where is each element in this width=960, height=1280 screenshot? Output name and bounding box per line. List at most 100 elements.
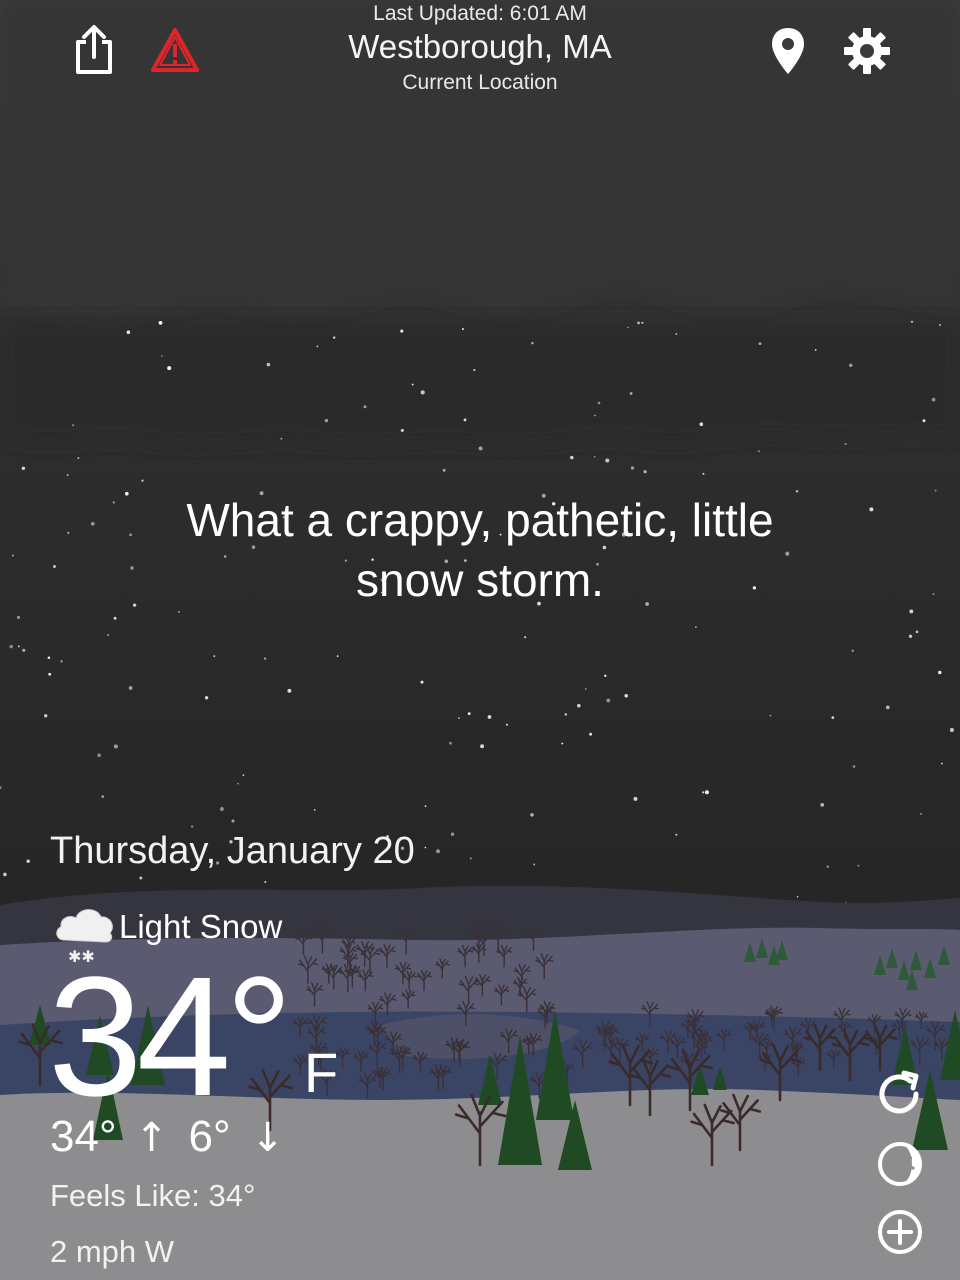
snowflake xyxy=(704,790,709,795)
weather-screen: Last Updated: 6:01 AM Westborough, MA Cu… xyxy=(0,0,960,1280)
snowflake xyxy=(313,809,316,811)
snowflake xyxy=(487,715,492,719)
snowflake xyxy=(909,609,914,614)
snowflake xyxy=(831,716,835,719)
snowflake xyxy=(597,401,601,405)
snowflake xyxy=(624,694,628,698)
refresh-icon[interactable] xyxy=(874,1068,926,1120)
snowflake xyxy=(139,876,143,880)
snowflake xyxy=(237,782,239,785)
snowflake xyxy=(506,723,508,726)
gear-icon[interactable] xyxy=(842,26,892,76)
snowflake xyxy=(231,819,235,823)
snowflake xyxy=(857,864,860,867)
snowflake xyxy=(101,795,105,798)
snowflake xyxy=(851,649,854,652)
low-temperature: 6° xyxy=(188,1112,231,1161)
snowflake xyxy=(695,626,697,628)
snowflake xyxy=(530,813,534,817)
add-circle-icon[interactable] xyxy=(874,1206,926,1258)
snowflake xyxy=(160,354,163,357)
snowflake xyxy=(757,450,760,453)
snowflake xyxy=(637,321,641,325)
warning-triangle-icon[interactable] xyxy=(150,27,200,73)
snowflake xyxy=(931,397,936,402)
snowflake xyxy=(584,687,587,690)
snowflake xyxy=(97,753,101,758)
snowflake xyxy=(633,796,638,801)
snowflake xyxy=(90,521,95,526)
snowflake xyxy=(593,414,596,417)
snowflake xyxy=(885,705,890,710)
snowflake xyxy=(44,714,48,718)
snowflake xyxy=(22,648,26,652)
arrow-up-icon: ↑ xyxy=(134,1115,169,1161)
snowflake xyxy=(316,345,319,348)
map-pin-icon[interactable] xyxy=(770,26,806,76)
snowflake xyxy=(814,349,817,351)
snowflake xyxy=(938,670,942,675)
snowflake xyxy=(463,418,467,422)
snowflake xyxy=(769,714,772,717)
snowflake xyxy=(605,458,610,463)
snowflake xyxy=(449,741,452,745)
snowflake xyxy=(627,326,630,329)
wind-speed: 2 mph W xyxy=(50,1234,175,1269)
snowflake xyxy=(934,489,937,492)
snowflake xyxy=(820,803,825,807)
snowflake xyxy=(11,554,14,557)
snowflake xyxy=(9,644,13,649)
snowflake xyxy=(124,491,129,496)
snowflake xyxy=(702,472,705,475)
location-name[interactable]: Westborough, MA xyxy=(0,28,960,66)
snowflake xyxy=(113,744,118,749)
snowflake xyxy=(219,806,224,812)
snowflake xyxy=(675,333,678,335)
snowflake xyxy=(604,674,607,677)
snowflake xyxy=(363,405,367,409)
snowflake xyxy=(480,744,485,749)
snowflake xyxy=(77,457,80,460)
snowflake xyxy=(213,655,216,658)
snowflake xyxy=(420,680,424,684)
snowflake xyxy=(524,636,527,639)
snowflake xyxy=(702,791,705,794)
condition-label: Light Snow xyxy=(119,908,283,945)
snowflake xyxy=(336,655,339,657)
snowflake xyxy=(606,698,611,703)
snowflake xyxy=(158,321,163,325)
snowflake xyxy=(932,593,935,596)
snowflake xyxy=(190,825,194,828)
snowflake xyxy=(869,507,874,512)
share-icon[interactable] xyxy=(72,24,116,76)
temperature-unit[interactable]: F xyxy=(304,1040,338,1105)
snowflake xyxy=(263,657,267,660)
location-subtitle: Current Location xyxy=(402,71,558,94)
high-low-row: 34° ↑ 6° ↓ xyxy=(50,1112,284,1162)
snowflake xyxy=(167,366,172,371)
snowflake xyxy=(26,859,30,863)
snowflake xyxy=(469,857,472,860)
snowflake xyxy=(450,832,455,836)
snowflake xyxy=(204,696,209,700)
feels-like: Feels Like: 34° xyxy=(50,1178,256,1213)
snowflake xyxy=(577,703,581,708)
snowflake xyxy=(400,428,404,432)
snowflake xyxy=(564,713,567,716)
snowflake xyxy=(849,363,853,367)
snowflake xyxy=(53,565,56,568)
high-temperature: 34° xyxy=(50,1112,117,1161)
snowflake xyxy=(796,895,799,898)
moon-phase-icon[interactable] xyxy=(874,1138,926,1190)
snowflake xyxy=(66,474,69,476)
snowflake xyxy=(141,479,144,482)
snowflake xyxy=(400,329,404,333)
snowflake xyxy=(758,342,762,346)
snowflake xyxy=(16,615,21,620)
last-updated-label: Last Updated: 6:01 AM xyxy=(373,2,587,25)
snowflake xyxy=(21,466,26,471)
snowflake xyxy=(473,368,476,372)
snowflake xyxy=(48,672,52,676)
snowflake xyxy=(420,390,425,395)
snowflake xyxy=(699,422,704,427)
